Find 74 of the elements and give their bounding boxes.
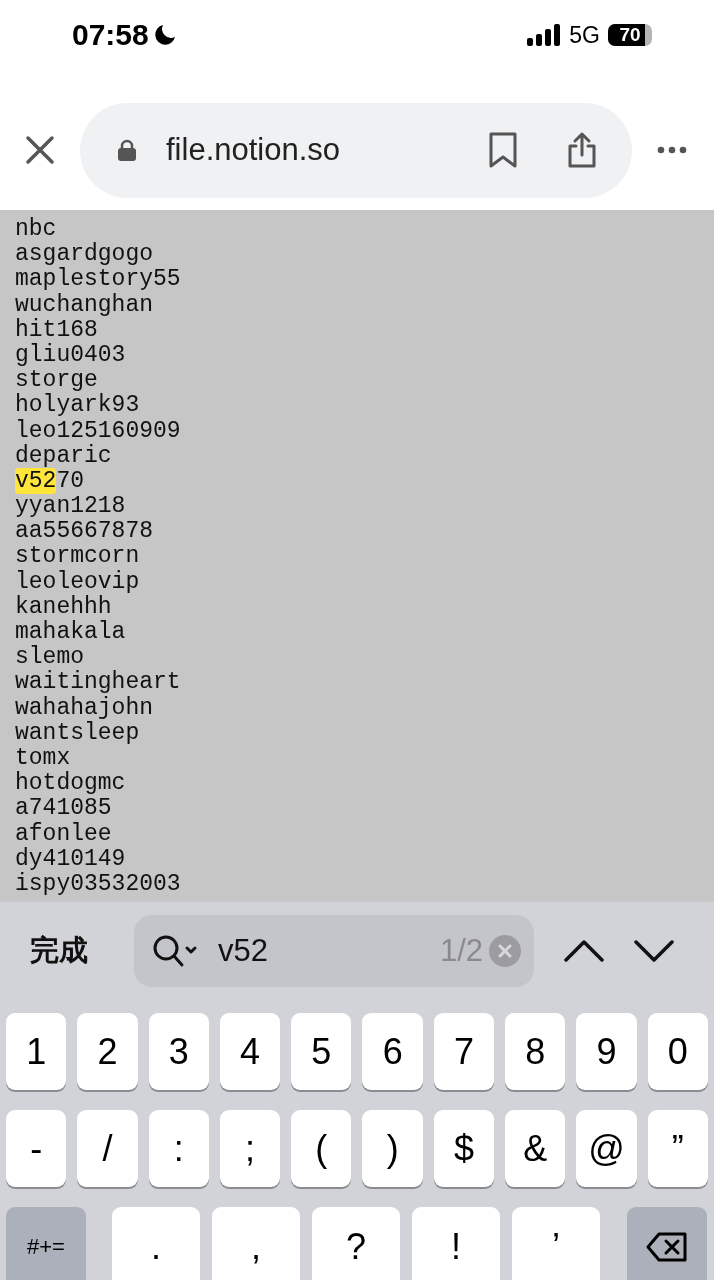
- keyboard-key[interactable]: (: [291, 1110, 352, 1187]
- keyboard-key[interactable]: 4: [219, 1013, 281, 1090]
- text-line: stormcorn: [15, 544, 140, 570]
- keyboard-key[interactable]: ’: [512, 1207, 600, 1280]
- text-line: wahahajohn: [15, 695, 154, 721]
- text-line: kanehhh: [15, 594, 112, 620]
- lock-icon: [118, 139, 136, 161]
- text-line: asgardgogo: [15, 242, 154, 268]
- keyboard-key[interactable]: $: [433, 1110, 495, 1187]
- url-text: file.notion.so: [166, 132, 341, 168]
- text-line: afonlee: [15, 821, 112, 847]
- text-line: a741085: [15, 796, 112, 822]
- text-line: leo125160909: [15, 418, 181, 444]
- text-line: yyan1218: [15, 494, 126, 520]
- delete-icon: [646, 1232, 688, 1262]
- share-icon[interactable]: [566, 131, 598, 169]
- text-line: maplestory55: [15, 267, 181, 293]
- moon-icon: [152, 23, 177, 47]
- find-field[interactable]: v52 1/2: [134, 915, 534, 987]
- keyboard-key[interactable]: ,: [212, 1207, 300, 1280]
- done-button[interactable]: 完成: [30, 931, 88, 971]
- keyboard-key[interactable]: 1: [6, 1013, 67, 1090]
- text-line: hotdogmc: [15, 771, 126, 797]
- find-query: v52: [218, 933, 268, 969]
- keyboard-key[interactable]: ?: [312, 1207, 400, 1280]
- text-line: waitingheart: [15, 670, 181, 696]
- keyboard-key[interactable]: 8: [505, 1013, 566, 1090]
- keyboard-key[interactable]: 0: [647, 1013, 708, 1090]
- symbols-key[interactable]: #+=: [6, 1207, 86, 1280]
- more-icon[interactable]: [657, 146, 687, 154]
- keyboard-key[interactable]: :: [148, 1110, 209, 1187]
- text-line: deparic: [15, 443, 112, 469]
- keyboard-key[interactable]: 9: [576, 1013, 637, 1090]
- text-line: wuchanghan: [15, 292, 154, 318]
- delete-key[interactable]: [627, 1207, 707, 1280]
- keyboard-key[interactable]: @: [576, 1110, 637, 1187]
- network-label: 5G: [569, 21, 600, 49]
- text-line: dy410149: [15, 846, 126, 872]
- keyboard-key[interactable]: 5: [291, 1013, 352, 1090]
- text-line: aa55667878: [15, 519, 154, 545]
- keyboard-key[interactable]: &: [505, 1110, 566, 1187]
- text-line: tomx: [15, 745, 71, 771]
- keyboard-key[interactable]: -: [6, 1110, 67, 1187]
- keyboard-key[interactable]: ;: [219, 1110, 281, 1187]
- text-line: ispy03532003: [15, 871, 181, 898]
- battery-icon: 70: [608, 24, 652, 46]
- clock: 07:58: [72, 18, 149, 52]
- text-line: slemo: [15, 645, 84, 671]
- keyboard-key[interactable]: 3: [148, 1013, 209, 1090]
- text-line: nbc: [15, 217, 57, 242]
- text-line: hit168: [15, 317, 98, 343]
- text-line: storge: [15, 368, 98, 394]
- search-icon: [152, 934, 198, 968]
- previous-match-icon[interactable]: [564, 939, 604, 963]
- keyboard-key[interactable]: /: [77, 1110, 138, 1187]
- next-match-icon[interactable]: [634, 939, 674, 963]
- match-count: 1/2: [439, 933, 483, 969]
- keyboard-key[interactable]: 7: [433, 1013, 495, 1090]
- keyboard-key[interactable]: ”: [647, 1110, 708, 1187]
- signal-icon: [527, 24, 562, 46]
- text-line: leoleovip: [15, 569, 140, 595]
- address-bar[interactable]: file.notion.so: [80, 102, 632, 198]
- keyboard-key[interactable]: ): [362, 1110, 423, 1187]
- text-line: holyark93: [15, 393, 140, 419]
- close-icon[interactable]: [25, 135, 55, 165]
- keyboard-key[interactable]: 6: [362, 1013, 423, 1090]
- text-line: wantsleep: [15, 720, 140, 746]
- keyboard-key[interactable]: .: [112, 1207, 200, 1280]
- keyboard-key[interactable]: !: [412, 1207, 500, 1280]
- keyboard-key[interactable]: 2: [77, 1013, 138, 1090]
- bookmark-icon[interactable]: [488, 131, 518, 169]
- text-line: v5270: [15, 468, 85, 495]
- text-line: gliu0403: [15, 342, 126, 369]
- text-line: mahakala: [15, 620, 126, 645]
